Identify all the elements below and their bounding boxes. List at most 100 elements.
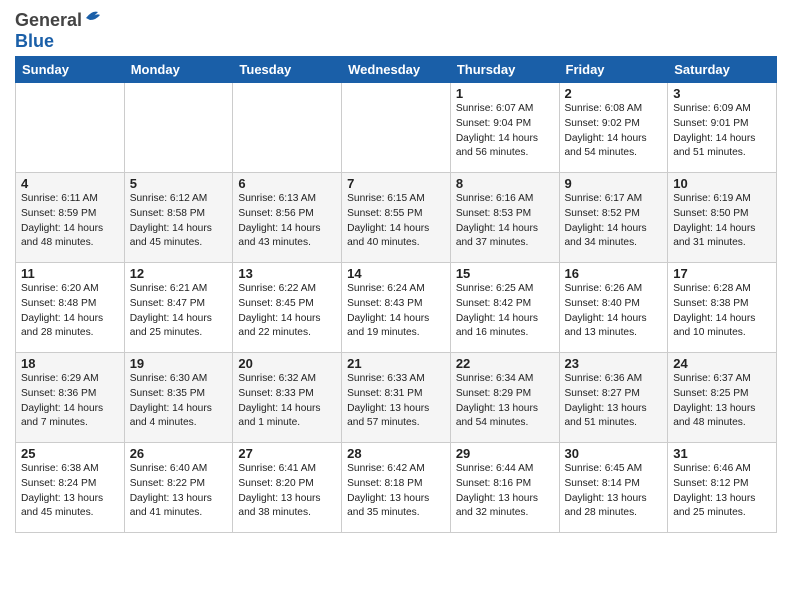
day-info: Sunrise: 6:40 AM Sunset: 8:22 PM Dayligh… (130, 462, 228, 521)
day-info: Sunrise: 6:20 AM Sunset: 8:48 PM Dayligh… (21, 282, 119, 341)
day-info: Sunrise: 6:25 AM Sunset: 8:42 PM Dayligh… (456, 282, 554, 341)
day-number: 3 (673, 86, 771, 101)
day-number: 12 (130, 266, 228, 281)
header-monday: Monday (124, 57, 233, 83)
day-info: Sunrise: 6:42 AM Sunset: 8:18 PM Dayligh… (347, 462, 445, 521)
day-number: 11 (21, 266, 119, 281)
header-wednesday: Wednesday (342, 57, 451, 83)
day-number: 19 (130, 356, 228, 371)
header-friday: Friday (559, 57, 668, 83)
day-info: Sunrise: 6:22 AM Sunset: 8:45 PM Dayligh… (238, 282, 336, 341)
calendar-cell: 21Sunrise: 6:33 AM Sunset: 8:31 PM Dayli… (342, 353, 451, 443)
day-number: 18 (21, 356, 119, 371)
calendar-cell (16, 83, 125, 173)
day-info: Sunrise: 6:36 AM Sunset: 8:27 PM Dayligh… (565, 372, 663, 431)
calendar-cell: 23Sunrise: 6:36 AM Sunset: 8:27 PM Dayli… (559, 353, 668, 443)
logo-blue-text: Blue (15, 31, 54, 51)
logo: General Blue (15, 10, 106, 52)
calendar-cell: 29Sunrise: 6:44 AM Sunset: 8:16 PM Dayli… (450, 443, 559, 533)
day-info: Sunrise: 6:17 AM Sunset: 8:52 PM Dayligh… (565, 192, 663, 251)
calendar-cell (233, 83, 342, 173)
day-number: 26 (130, 446, 228, 461)
calendar-cell: 6Sunrise: 6:13 AM Sunset: 8:56 PM Daylig… (233, 173, 342, 263)
logo-container: General Blue (15, 10, 106, 52)
day-info: Sunrise: 6:34 AM Sunset: 8:29 PM Dayligh… (456, 372, 554, 431)
calendar-cell: 30Sunrise: 6:45 AM Sunset: 8:14 PM Dayli… (559, 443, 668, 533)
calendar-cell: 12Sunrise: 6:21 AM Sunset: 8:47 PM Dayli… (124, 263, 233, 353)
day-number: 6 (238, 176, 336, 191)
day-number: 16 (565, 266, 663, 281)
calendar-cell: 17Sunrise: 6:28 AM Sunset: 8:38 PM Dayli… (668, 263, 777, 353)
day-number: 23 (565, 356, 663, 371)
calendar-cell: 19Sunrise: 6:30 AM Sunset: 8:35 PM Dayli… (124, 353, 233, 443)
calendar-cell: 18Sunrise: 6:29 AM Sunset: 8:36 PM Dayli… (16, 353, 125, 443)
calendar-cell: 3Sunrise: 6:09 AM Sunset: 9:01 PM Daylig… (668, 83, 777, 173)
day-info: Sunrise: 6:13 AM Sunset: 8:56 PM Dayligh… (238, 192, 336, 251)
logo-general-text: General (15, 10, 82, 31)
header-thursday: Thursday (450, 57, 559, 83)
day-info: Sunrise: 6:08 AM Sunset: 9:02 PM Dayligh… (565, 102, 663, 161)
day-number: 17 (673, 266, 771, 281)
calendar-cell: 15Sunrise: 6:25 AM Sunset: 8:42 PM Dayli… (450, 263, 559, 353)
day-info: Sunrise: 6:30 AM Sunset: 8:35 PM Dayligh… (130, 372, 228, 431)
calendar-cell: 5Sunrise: 6:12 AM Sunset: 8:58 PM Daylig… (124, 173, 233, 263)
day-info: Sunrise: 6:11 AM Sunset: 8:59 PM Dayligh… (21, 192, 119, 251)
calendar-cell: 9Sunrise: 6:17 AM Sunset: 8:52 PM Daylig… (559, 173, 668, 263)
day-number: 1 (456, 86, 554, 101)
calendar-cell: 8Sunrise: 6:16 AM Sunset: 8:53 PM Daylig… (450, 173, 559, 263)
calendar-cell: 27Sunrise: 6:41 AM Sunset: 8:20 PM Dayli… (233, 443, 342, 533)
day-number: 28 (347, 446, 445, 461)
header-tuesday: Tuesday (233, 57, 342, 83)
calendar-cell: 24Sunrise: 6:37 AM Sunset: 8:25 PM Dayli… (668, 353, 777, 443)
day-info: Sunrise: 6:12 AM Sunset: 8:58 PM Dayligh… (130, 192, 228, 251)
day-info: Sunrise: 6:37 AM Sunset: 8:25 PM Dayligh… (673, 372, 771, 431)
calendar-cell: 31Sunrise: 6:46 AM Sunset: 8:12 PM Dayli… (668, 443, 777, 533)
day-info: Sunrise: 6:46 AM Sunset: 8:12 PM Dayligh… (673, 462, 771, 521)
day-number: 29 (456, 446, 554, 461)
day-number: 9 (565, 176, 663, 191)
header-saturday: Saturday (668, 57, 777, 83)
day-number: 22 (456, 356, 554, 371)
day-info: Sunrise: 6:32 AM Sunset: 8:33 PM Dayligh… (238, 372, 336, 431)
calendar-cell: 4Sunrise: 6:11 AM Sunset: 8:59 PM Daylig… (16, 173, 125, 263)
calendar-cell (342, 83, 451, 173)
day-number: 5 (130, 176, 228, 191)
day-info: Sunrise: 6:28 AM Sunset: 8:38 PM Dayligh… (673, 282, 771, 341)
day-number: 8 (456, 176, 554, 191)
day-info: Sunrise: 6:24 AM Sunset: 8:43 PM Dayligh… (347, 282, 445, 341)
day-info: Sunrise: 6:41 AM Sunset: 8:20 PM Dayligh… (238, 462, 336, 521)
calendar-header-row: SundayMondayTuesdayWednesdayThursdayFrid… (16, 57, 777, 83)
day-number: 31 (673, 446, 771, 461)
day-number: 7 (347, 176, 445, 191)
calendar-cell: 10Sunrise: 6:19 AM Sunset: 8:50 PM Dayli… (668, 173, 777, 263)
calendar-cell: 7Sunrise: 6:15 AM Sunset: 8:55 PM Daylig… (342, 173, 451, 263)
day-number: 14 (347, 266, 445, 281)
calendar-cell (124, 83, 233, 173)
calendar-week-3: 18Sunrise: 6:29 AM Sunset: 8:36 PM Dayli… (16, 353, 777, 443)
day-number: 4 (21, 176, 119, 191)
day-info: Sunrise: 6:29 AM Sunset: 8:36 PM Dayligh… (21, 372, 119, 431)
day-info: Sunrise: 6:45 AM Sunset: 8:14 PM Dayligh… (565, 462, 663, 521)
day-info: Sunrise: 6:33 AM Sunset: 8:31 PM Dayligh… (347, 372, 445, 431)
day-info: Sunrise: 6:09 AM Sunset: 9:01 PM Dayligh… (673, 102, 771, 161)
day-number: 10 (673, 176, 771, 191)
calendar-cell: 14Sunrise: 6:24 AM Sunset: 8:43 PM Dayli… (342, 263, 451, 353)
calendar-week-0: 1Sunrise: 6:07 AM Sunset: 9:04 PM Daylig… (16, 83, 777, 173)
day-number: 13 (238, 266, 336, 281)
day-number: 24 (673, 356, 771, 371)
day-info: Sunrise: 6:44 AM Sunset: 8:16 PM Dayligh… (456, 462, 554, 521)
day-info: Sunrise: 6:26 AM Sunset: 8:40 PM Dayligh… (565, 282, 663, 341)
calendar-cell: 1Sunrise: 6:07 AM Sunset: 9:04 PM Daylig… (450, 83, 559, 173)
day-info: Sunrise: 6:07 AM Sunset: 9:04 PM Dayligh… (456, 102, 554, 161)
calendar-cell: 2Sunrise: 6:08 AM Sunset: 9:02 PM Daylig… (559, 83, 668, 173)
calendar-cell: 25Sunrise: 6:38 AM Sunset: 8:24 PM Dayli… (16, 443, 125, 533)
day-number: 21 (347, 356, 445, 371)
page-header: General Blue (15, 10, 777, 52)
calendar-week-1: 4Sunrise: 6:11 AM Sunset: 8:59 PM Daylig… (16, 173, 777, 263)
day-number: 15 (456, 266, 554, 281)
day-info: Sunrise: 6:21 AM Sunset: 8:47 PM Dayligh… (130, 282, 228, 341)
calendar-table: SundayMondayTuesdayWednesdayThursdayFrid… (15, 56, 777, 533)
day-number: 2 (565, 86, 663, 101)
day-number: 30 (565, 446, 663, 461)
calendar-cell: 26Sunrise: 6:40 AM Sunset: 8:22 PM Dayli… (124, 443, 233, 533)
